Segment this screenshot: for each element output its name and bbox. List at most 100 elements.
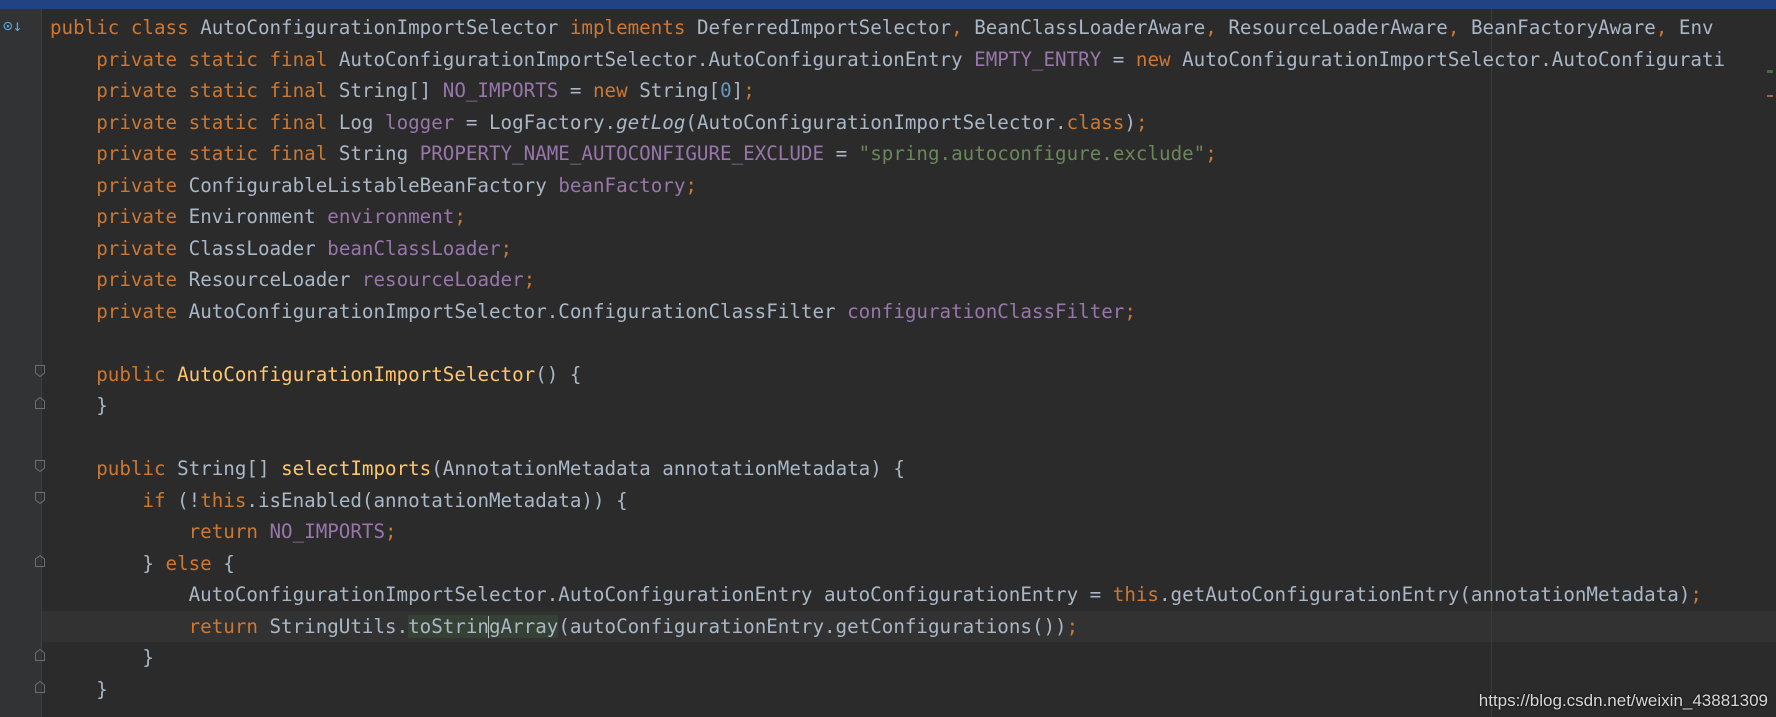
code-token: private <box>96 173 189 197</box>
implements-interface-icon[interactable]: ⊙↓ <box>3 16 22 35</box>
code-token: AutoConfigurationImportSelector.AutoConf… <box>1182 47 1726 71</box>
fold-end-marker-icon[interactable] <box>35 681 45 693</box>
code-token: AutoConfigurationImportSelector.Configur… <box>188 299 848 323</box>
code-line[interactable]: private ClassLoader beanClassLoader; <box>50 233 1725 265</box>
code-line[interactable]: } <box>50 390 1725 422</box>
code-token: String[] <box>338 79 443 102</box>
code-token: ; <box>1135 110 1148 134</box>
code-token: AutoConfigurationImportSelector.AutoConf… <box>338 47 975 71</box>
code-line[interactable]: public class AutoConfigurationImportSele… <box>50 12 1725 44</box>
code-token: private <box>96 236 189 260</box>
code-token: return <box>188 520 270 543</box>
fold-end-marker-icon[interactable] <box>35 649 45 661</box>
code-line[interactable]: private static final Log logger = LogFac… <box>50 107 1725 139</box>
code-line[interactable] <box>50 422 1725 454</box>
code-token: ; <box>1124 299 1136 323</box>
code-line[interactable]: } <box>50 674 1725 706</box>
code-line[interactable]: } else { <box>50 548 1725 580</box>
code-token: = LogFactory. <box>454 110 617 134</box>
code-token: configurationClassFilter <box>847 299 1125 323</box>
code-token: public <box>96 457 178 480</box>
code-token: return <box>188 614 270 638</box>
code-token: , <box>1655 16 1679 39</box>
code-token: PROPERTY_NAME_AUTOCONFIGURE_EXCLUDE <box>419 142 825 165</box>
code-token: () { <box>535 362 582 386</box>
code-token: private static final <box>96 79 339 102</box>
code-token: selectImports <box>281 457 432 480</box>
code-token: BeanClassLoaderAware <box>974 16 1206 39</box>
code-editor[interactable]: public class AutoConfigurationImportSele… <box>50 12 1725 705</box>
code-token: , <box>951 16 975 39</box>
fold-marker-icon[interactable] <box>35 492 45 504</box>
code-token: , <box>1447 16 1471 39</box>
code-line[interactable]: AutoConfigurationImportSelector.AutoConf… <box>50 579 1725 611</box>
code-token: ] <box>731 79 744 102</box>
code-token: environment <box>327 205 455 228</box>
code-token: ClassLoader <box>188 236 328 260</box>
code-token: } <box>50 677 108 701</box>
code-token: class <box>1066 110 1125 134</box>
code-token: String <box>338 142 420 165</box>
code-token: (AnnotationMetadata annotationMetadata) … <box>431 457 905 480</box>
code-line[interactable]: public String[] selectImports(Annotation… <box>50 453 1725 485</box>
code-token: ; <box>1205 142 1217 165</box>
code-token: public <box>96 362 178 386</box>
code-token: ; <box>1690 583 1702 606</box>
code-token: implements <box>569 16 697 39</box>
code-token: Env <box>1678 16 1714 39</box>
error-stripe-markers[interactable] <box>1766 40 1774 110</box>
code-token: resourceLoader <box>361 268 524 291</box>
watermark-url: https://blog.csdn.net/weixin_43881309 <box>1478 691 1768 710</box>
code-token: DeferredImportSelector <box>696 16 952 39</box>
code-token: BeanFactoryAware <box>1470 16 1656 39</box>
fold-marker-icon[interactable] <box>35 365 45 377</box>
code-token: } <box>50 551 166 575</box>
code-line[interactable] <box>50 327 1725 359</box>
code-token: ) <box>1124 110 1136 134</box>
code-token: ; <box>743 79 755 102</box>
code-token: private static final <box>96 142 339 165</box>
fold-end-marker-icon[interactable] <box>35 397 45 409</box>
code-line[interactable]: private ResourceLoader resourceLoader; <box>50 264 1725 296</box>
code-token: NO_IMPORTS <box>442 79 559 102</box>
code-token: NO_IMPORTS <box>269 520 386 543</box>
code-token: private <box>96 205 189 228</box>
code-token: , <box>1205 16 1229 39</box>
code-line[interactable]: } <box>50 642 1725 674</box>
code-token: toStrin <box>408 614 489 638</box>
code-line[interactable]: private ConfigurableListableBeanFactory … <box>50 170 1725 202</box>
fold-end-marker-icon[interactable] <box>35 555 45 567</box>
editor-gutter[interactable] <box>0 9 42 717</box>
code-token: this <box>200 488 247 512</box>
code-line[interactable]: private static final AutoConfigurationIm… <box>50 44 1725 76</box>
code-token: Log <box>338 110 386 134</box>
code-line[interactable]: private Environment environment; <box>50 201 1725 233</box>
code-token: Environment <box>188 205 328 228</box>
code-token: new <box>592 79 640 102</box>
code-line[interactable]: return NO_IMPORTS; <box>50 516 1725 548</box>
code-token: = <box>1101 47 1136 71</box>
code-line[interactable]: public AutoConfigurationImportSelector()… <box>50 359 1725 391</box>
code-line[interactable]: private AutoConfigurationImportSelector.… <box>50 296 1725 328</box>
code-token: logger <box>385 110 455 134</box>
code-token: = <box>824 142 859 165</box>
code-line[interactable]: private static final String PROPERTY_NAM… <box>50 138 1725 170</box>
code-token: ResourceLoaderAware <box>1228 16 1448 39</box>
code-token: private static final <box>96 47 339 71</box>
code-line[interactable]: private static final String[] NO_IMPORTS… <box>50 75 1725 107</box>
code-token: class <box>130 16 201 39</box>
code-token: EMPTY_ENTRY <box>974 47 1102 71</box>
fold-marker-icon[interactable] <box>35 460 45 472</box>
code-line[interactable]: return StringUtils.toStringArray(autoCon… <box>50 611 1725 643</box>
code-token: private <box>96 299 189 323</box>
code-line[interactable]: if (!this.isEnabled(annotationMetadata))… <box>50 485 1725 517</box>
code-token: new <box>1135 47 1183 71</box>
